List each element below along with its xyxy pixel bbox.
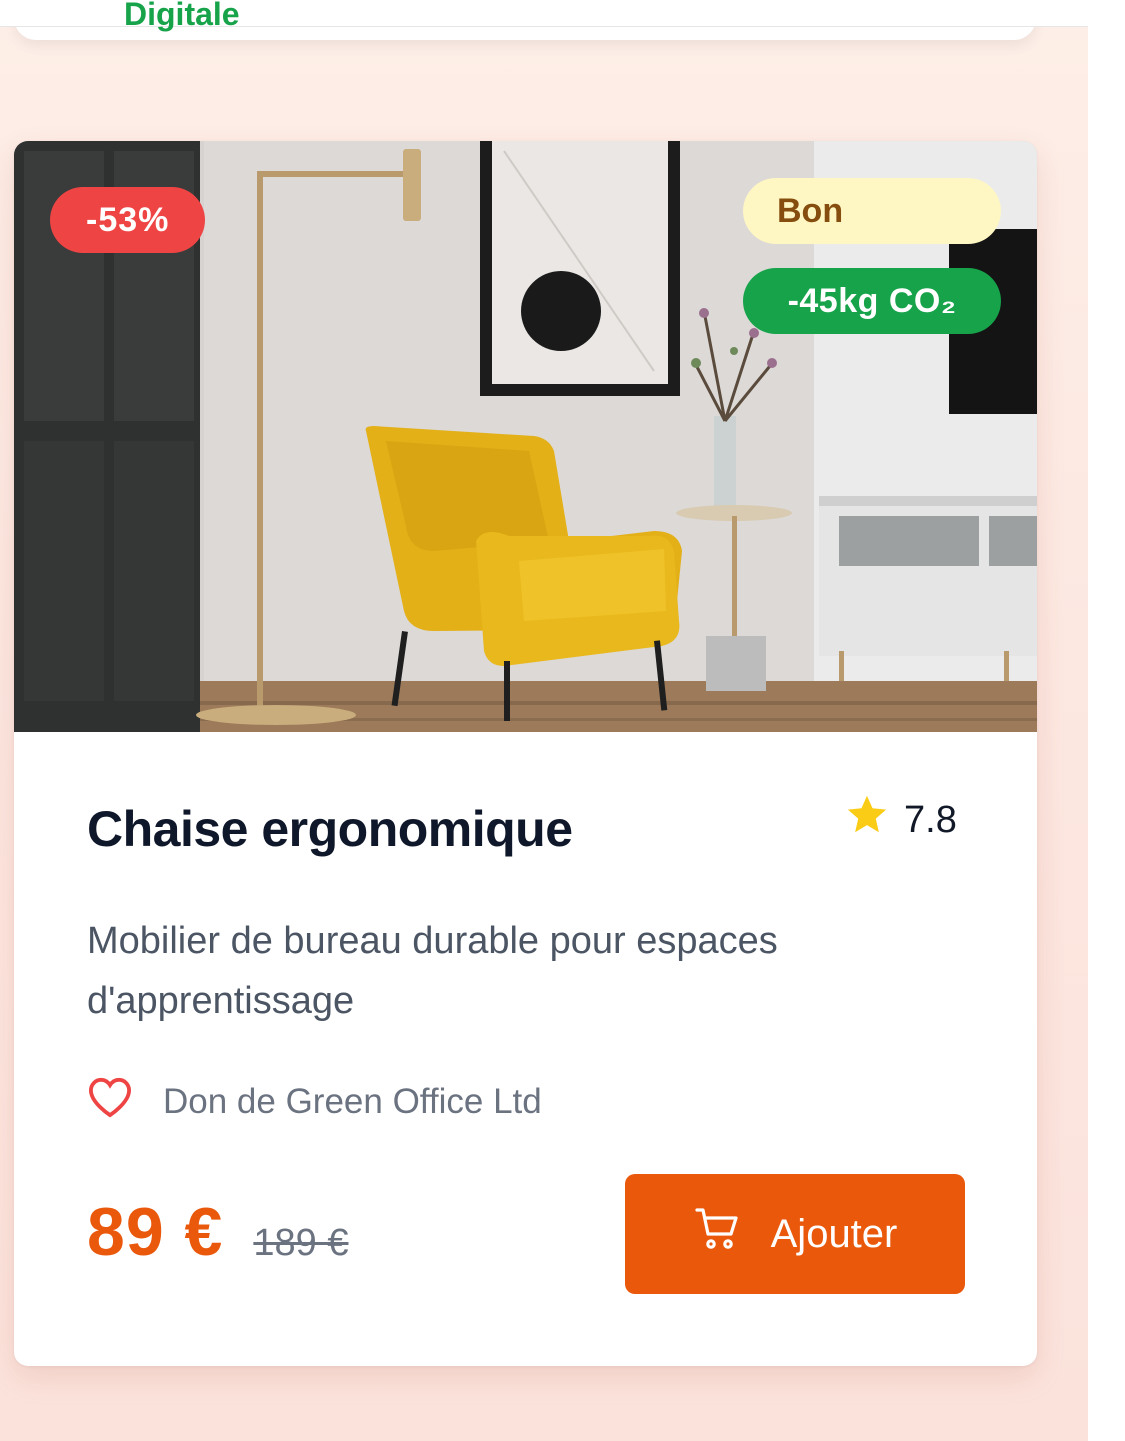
discount-badge: -53% <box>50 187 206 253</box>
product-image[interactable]: -53% Bon -45kg CO₂ <box>14 141 1037 732</box>
add-to-cart-button[interactable]: Ajouter <box>625 1174 965 1294</box>
product-rating: 7.8 <box>844 793 957 847</box>
rating-value: 7.8 <box>904 798 957 841</box>
current-price: 89 € <box>87 1194 224 1270</box>
product-description: Mobilier de bureau durable pour espaces … <box>87 920 778 1022</box>
co2-savings-badge: -45kg CO₂ <box>743 268 1001 334</box>
add-button-label: Ajouter <box>770 1211 898 1256</box>
product-card[interactable]: -53% Bon -45kg CO₂ Chaise ergonomique 7.… <box>14 141 1037 1366</box>
star-icon <box>844 793 890 847</box>
scroll-gutter <box>1088 0 1125 1441</box>
cart-icon <box>693 1206 741 1262</box>
price-block: 89 € 189 € <box>87 1193 348 1271</box>
donor-info: Don de Green Office Ltd <box>87 1076 542 1127</box>
condition-badge: Bon <box>743 178 1001 244</box>
original-price: 189 € <box>253 1222 349 1264</box>
heart-icon[interactable] <box>87 1076 133 1127</box>
previous-card-category-label: Digitale <box>124 0 240 32</box>
donor-name: Don de Green Office Ltd <box>163 1081 542 1121</box>
product-title[interactable]: Chaise ergonomique <box>87 799 573 859</box>
